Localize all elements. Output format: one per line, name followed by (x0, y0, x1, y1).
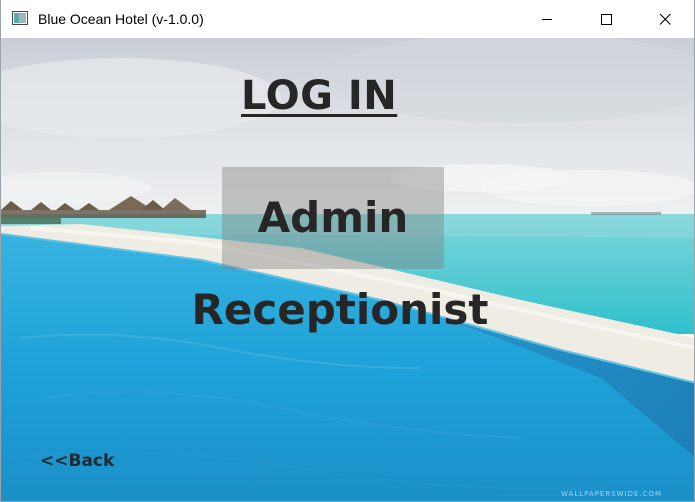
wallpaper-watermark: WALLPAPERSWIDE.COM (561, 490, 663, 498)
admin-label: Admin (257, 193, 409, 242)
window-title: Blue Ocean Hotel (v-1.0.0) (38, 11, 204, 27)
close-icon (659, 13, 671, 25)
close-button[interactable] (642, 0, 688, 38)
app-window: Blue Ocean Hotel (v-1.0.0) LOG IN Admin … (0, 0, 695, 502)
admin-login-button[interactable]: Admin (222, 167, 444, 269)
login-heading: LOG IN (241, 73, 398, 119)
login-panel: LOG IN Admin Receptionist <<Back WALLPAP… (1, 38, 694, 501)
maximize-button[interactable] (583, 0, 629, 38)
receptionist-label: Receptionist (191, 285, 489, 334)
maximize-icon (601, 14, 612, 25)
receptionist-login-button[interactable]: Receptionist (181, 284, 499, 336)
minimize-icon (542, 19, 552, 20)
minimize-button[interactable] (524, 0, 570, 38)
back-button[interactable]: <<Back (40, 451, 114, 471)
app-icon (12, 11, 28, 25)
title-bar[interactable]: Blue Ocean Hotel (v-1.0.0) (1, 0, 694, 38)
